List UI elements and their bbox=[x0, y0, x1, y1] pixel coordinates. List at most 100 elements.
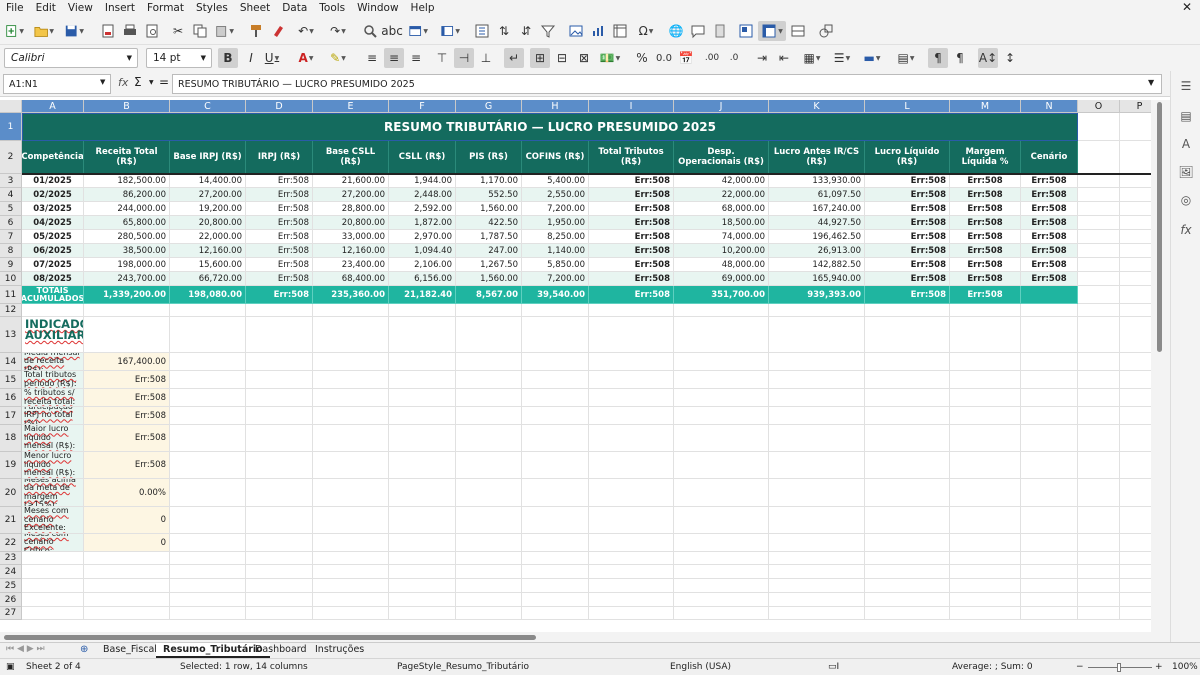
data-cell[interactable]: 1,170.00 bbox=[456, 174, 522, 188]
empty-cell[interactable] bbox=[589, 425, 674, 452]
data-cell[interactable]: 8,250.00 bbox=[522, 230, 589, 244]
empty-cell[interactable] bbox=[1120, 552, 1151, 565]
find-replace-icon[interactable] bbox=[360, 21, 380, 41]
empty-cell[interactable] bbox=[1021, 579, 1078, 593]
border-color-icon[interactable]: ▬ ▼ bbox=[862, 48, 882, 68]
conditional-format-icon[interactable]: ▤ ▼ bbox=[896, 48, 916, 68]
data-cell[interactable]: 66,720.00 bbox=[170, 272, 246, 286]
name-box[interactable]: A1:N1 bbox=[3, 74, 111, 94]
empty-cell[interactable] bbox=[769, 479, 865, 507]
currency-format-icon[interactable]: 💵 ▼ bbox=[600, 48, 621, 68]
empty-cell[interactable] bbox=[313, 552, 389, 565]
empty-cell[interactable] bbox=[389, 425, 456, 452]
empty-cell[interactable] bbox=[22, 304, 84, 317]
empty-cell[interactable] bbox=[84, 304, 170, 317]
functions-icon[interactable]: fx bbox=[1177, 221, 1195, 239]
data-cell[interactable]: Err:508 bbox=[1021, 174, 1078, 188]
data-cell[interactable]: 68,400.00 bbox=[313, 272, 389, 286]
empty-cell[interactable] bbox=[950, 552, 1021, 565]
totals-cell[interactable]: Err:508 bbox=[246, 286, 313, 304]
row-header-15[interactable]: 15 bbox=[0, 371, 22, 389]
empty-cell[interactable] bbox=[170, 593, 246, 607]
empty-cell[interactable] bbox=[313, 425, 389, 452]
empty-cell[interactable] bbox=[456, 425, 522, 452]
empty-cell[interactable] bbox=[865, 353, 950, 371]
empty-cell[interactable] bbox=[1120, 389, 1151, 407]
data-cell[interactable]: Err:508 bbox=[865, 258, 950, 272]
menu-sheet[interactable]: Sheet bbox=[234, 0, 276, 17]
merge-cells-icon[interactable]: ⊟ bbox=[552, 48, 572, 68]
empty-cell[interactable] bbox=[1120, 174, 1151, 188]
zoom-slider-handle[interactable] bbox=[1117, 663, 1121, 672]
row-header-16[interactable]: 16 bbox=[0, 389, 22, 407]
print-icon[interactable] bbox=[120, 21, 140, 41]
empty-cell[interactable] bbox=[313, 317, 389, 353]
empty-cell[interactable] bbox=[246, 507, 313, 534]
print-preview-icon[interactable] bbox=[142, 21, 162, 41]
tab-instru--es[interactable]: Instruções bbox=[308, 643, 371, 658]
empty-cell[interactable] bbox=[1078, 371, 1120, 389]
empty-cell[interactable] bbox=[865, 579, 950, 593]
selection-mode-icon[interactable]: ▭I bbox=[828, 662, 839, 672]
tab-dashboard[interactable]: Dashboard bbox=[248, 643, 314, 658]
totals-cell[interactable]: 235,360.00 bbox=[313, 286, 389, 304]
data-cell[interactable]: 10,200.00 bbox=[674, 244, 769, 258]
empty-cell[interactable] bbox=[522, 425, 589, 452]
data-cell[interactable]: 552.50 bbox=[456, 188, 522, 202]
data-cell[interactable]: Err:508 bbox=[246, 272, 313, 286]
data-cell[interactable]: Err:508 bbox=[1021, 202, 1078, 216]
empty-cell[interactable] bbox=[22, 593, 84, 607]
indicator-label[interactable]: Meses com cenário Crítico: bbox=[22, 534, 84, 552]
empty-cell[interactable] bbox=[589, 317, 674, 353]
font-color-icon[interactable]: A ▼ bbox=[296, 48, 316, 68]
row-header-21[interactable]: 21 bbox=[0, 507, 22, 534]
empty-cell[interactable] bbox=[522, 479, 589, 507]
empty-cell[interactable] bbox=[674, 304, 769, 317]
empty-cell[interactable] bbox=[589, 552, 674, 565]
copy-icon[interactable] bbox=[190, 21, 210, 41]
empty-cell[interactable] bbox=[1120, 230, 1151, 244]
empty-cell[interactable] bbox=[170, 534, 246, 552]
menu-file[interactable]: File bbox=[0, 0, 30, 17]
comment-icon[interactable] bbox=[688, 21, 708, 41]
name-box-dropdown-icon[interactable]: ▼ bbox=[100, 78, 105, 86]
indicator-value[interactable]: Err:508 bbox=[84, 371, 170, 389]
empty-cell[interactable] bbox=[313, 507, 389, 534]
empty-cell[interactable] bbox=[865, 407, 950, 425]
align-middle-icon[interactable]: ⊣ bbox=[454, 48, 474, 68]
column-header-k[interactable]: K bbox=[769, 100, 865, 113]
column-title[interactable]: Competência bbox=[22, 141, 84, 174]
data-cell[interactable]: 61,097.50 bbox=[769, 188, 865, 202]
empty-cell[interactable] bbox=[1078, 317, 1120, 353]
row-header-26[interactable]: 26 bbox=[0, 593, 22, 607]
menu-help[interactable]: Help bbox=[405, 0, 441, 17]
empty-cell[interactable] bbox=[1078, 389, 1120, 407]
corner-cell[interactable] bbox=[0, 100, 22, 113]
empty-cell[interactable] bbox=[246, 425, 313, 452]
align-right-icon[interactable]: ≡ bbox=[406, 48, 426, 68]
empty-cell[interactable] bbox=[170, 565, 246, 579]
empty-cell[interactable] bbox=[456, 552, 522, 565]
empty-cell[interactable] bbox=[246, 389, 313, 407]
empty-cell[interactable] bbox=[865, 534, 950, 552]
empty-cell[interactable] bbox=[456, 317, 522, 353]
indicator-label[interactable]: Menor lucro líquido mensal (R$): bbox=[22, 452, 84, 479]
vertical-scroll-thumb[interactable] bbox=[1157, 102, 1162, 352]
empty-cell[interactable] bbox=[456, 565, 522, 579]
data-cell[interactable]: Err:508 bbox=[950, 216, 1021, 230]
indicator-value[interactable]: 0 bbox=[84, 534, 170, 552]
data-cell[interactable]: 69,000.00 bbox=[674, 272, 769, 286]
data-cell[interactable]: 1,950.00 bbox=[522, 216, 589, 230]
menu-insert[interactable]: Insert bbox=[99, 0, 141, 17]
empty-cell[interactable] bbox=[674, 593, 769, 607]
data-cell[interactable]: 23,400.00 bbox=[313, 258, 389, 272]
totals-cell[interactable]: Err:508 bbox=[589, 286, 674, 304]
data-cell[interactable]: Err:508 bbox=[950, 244, 1021, 258]
font-name-box[interactable]: Calibri ▼ bbox=[4, 48, 138, 68]
empty-cell[interactable] bbox=[1120, 479, 1151, 507]
data-cell[interactable]: 7,200.00 bbox=[522, 202, 589, 216]
data-cell[interactable]: 02/2025 bbox=[22, 188, 84, 202]
empty-cell[interactable] bbox=[674, 479, 769, 507]
empty-cell[interactable] bbox=[1078, 202, 1120, 216]
empty-cell[interactable] bbox=[674, 507, 769, 534]
